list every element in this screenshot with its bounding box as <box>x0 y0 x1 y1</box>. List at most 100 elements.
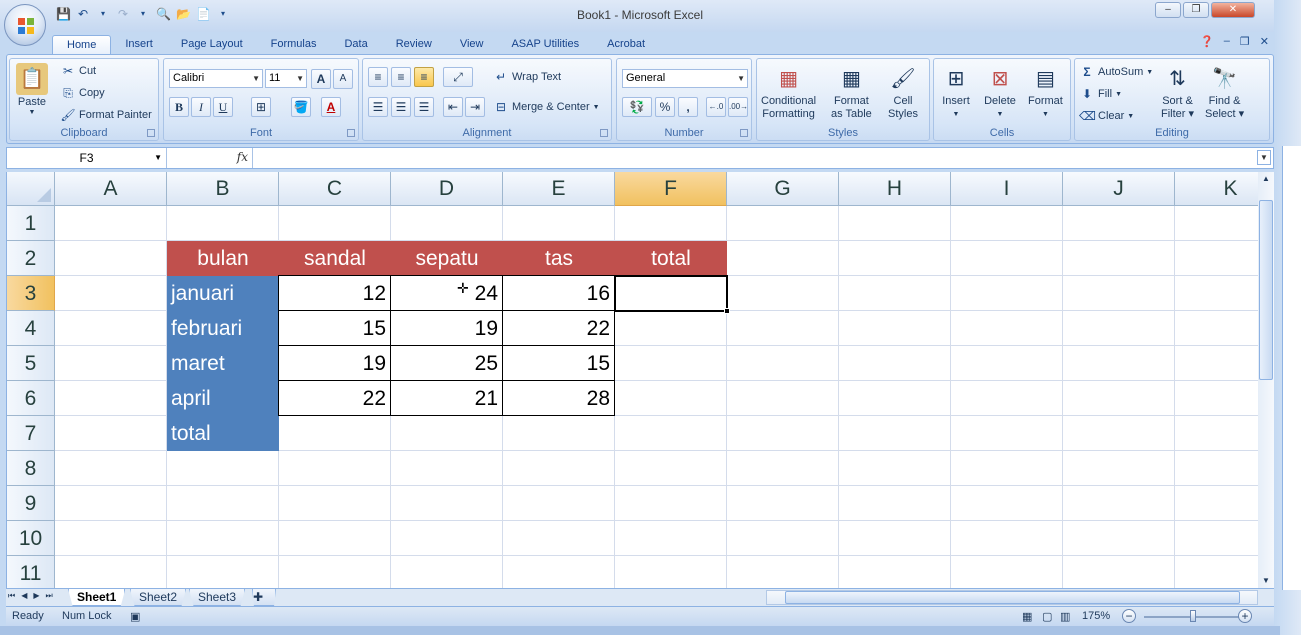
table-label-cell[interactable]: februari <box>167 311 279 346</box>
tab-acrobat[interactable]: Acrobat <box>593 35 659 54</box>
table-value-cell[interactable]: 22 <box>503 311 615 346</box>
font-size-combo[interactable]: 11 ▼ <box>265 69 307 88</box>
decrease-indent-button[interactable]: ⇤ <box>443 97 463 117</box>
tab-review[interactable]: Review <box>382 35 446 54</box>
minimize-workbook-icon[interactable]: – <box>1224 35 1230 48</box>
italic-button[interactable]: I <box>191 97 211 117</box>
prev-sheet-icon[interactable]: ◀ <box>21 591 27 601</box>
align-center-button[interactable]: ☰ <box>391 97 411 117</box>
page-break-view-icon[interactable]: ▥ <box>1060 610 1070 623</box>
sort-filter-button[interactable]: ⇅ Sort & Filter ▾ <box>1161 63 1194 121</box>
table-value-cell[interactable]: 22 <box>279 381 391 416</box>
office-button[interactable] <box>4 4 46 46</box>
normal-view-icon[interactable]: ▦ <box>1022 610 1032 623</box>
dialog-launcher-icon[interactable] <box>347 129 355 137</box>
shrink-font-button[interactable]: A <box>333 69 353 89</box>
insert-cells-button[interactable]: ⊞ Insert ▼ <box>940 63 972 121</box>
row-header-5[interactable]: 5 <box>7 346 55 381</box>
worksheet-grid[interactable]: ABCDEFGHIJK 1 2 3 4 5 6 7 8 9 10 11 bulan sandal sep… <box>6 172 1258 588</box>
table-header-cell[interactable]: total <box>615 241 727 276</box>
tab-view[interactable]: View <box>446 35 498 54</box>
vertical-scroll-thumb[interactable] <box>1259 200 1273 380</box>
sheet-tab-sheet1[interactable]: Sheet1 <box>68 589 126 606</box>
restore-workbook-icon[interactable]: ❐ <box>1240 35 1250 48</box>
vertical-scrollbar[interactable]: ▲ ▼ <box>1258 172 1274 588</box>
table-value-cell[interactable]: 28 <box>503 381 615 416</box>
sheet-tab-sheet2[interactable]: Sheet2 <box>130 589 187 606</box>
clear-button[interactable]: ⌫ Clear ▼ <box>1079 108 1134 124</box>
fill-handle[interactable] <box>724 308 730 314</box>
table-label-cell[interactable]: januari <box>167 276 279 311</box>
align-right-button[interactable]: ☰ <box>414 97 434 117</box>
font-color-button[interactable]: A <box>321 97 341 117</box>
horizontal-scrollbar[interactable] <box>766 590 1258 605</box>
sheet-tab-sheet3[interactable]: Sheet3 <box>189 589 246 606</box>
table-value-cell[interactable]: 25 <box>391 346 503 381</box>
conditional-formatting-button[interactable]: ▦ Conditional Formatting <box>761 63 816 121</box>
dialog-launcher-icon[interactable] <box>740 129 748 137</box>
help-icon[interactable]: ❓ <box>1200 35 1214 48</box>
column-header-d[interactable]: D <box>391 172 503 206</box>
align-middle-button[interactable]: ≡ <box>391 67 411 87</box>
zoom-level[interactable]: 175% <box>1082 610 1110 622</box>
column-header-f[interactable]: F <box>615 172 727 206</box>
table-label-cell[interactable]: april <box>167 381 279 416</box>
table-label-cell[interactable]: total <box>167 416 279 451</box>
increase-indent-button[interactable]: ⇥ <box>465 97 485 117</box>
page-layout-view-icon[interactable]: ▢ <box>1042 610 1052 623</box>
format-painter-button[interactable]: 🖌 Format Painter <box>60 107 151 123</box>
currency-button[interactable]: 💱 <box>622 97 652 117</box>
row-header-7[interactable]: 7 <box>7 416 55 451</box>
column-header-k[interactable]: K <box>1175 172 1258 206</box>
column-header-c[interactable]: C <box>279 172 391 206</box>
scroll-down-icon[interactable]: ▼ <box>1258 574 1274 588</box>
zoom-in-button[interactable]: + <box>1238 609 1252 623</box>
macro-record-icon[interactable]: ▣ <box>130 610 140 623</box>
row-header-3[interactable]: 3 <box>7 276 55 311</box>
row-header-4[interactable]: 4 <box>7 311 55 346</box>
zoom-out-button[interactable]: − <box>1122 609 1136 623</box>
column-header-j[interactable]: J <box>1063 172 1175 206</box>
table-value-cell[interactable]: 21 <box>391 381 503 416</box>
grow-font-button[interactable]: A <box>311 69 331 89</box>
expand-formula-bar-button[interactable]: ▼ <box>1257 150 1271 165</box>
table-value-cell[interactable]: 15 <box>503 346 615 381</box>
merge-center-button[interactable]: ⊟ Merge & Center ▼ <box>493 99 600 115</box>
column-header-a[interactable]: A <box>55 172 167 206</box>
format-cells-button[interactable]: ▤ Format ▼ <box>1028 63 1063 121</box>
row-header-2[interactable]: 2 <box>7 241 55 276</box>
table-header-cell[interactable]: sandal <box>279 241 391 276</box>
cell-styles-button[interactable]: 🖌 Cell Styles <box>887 63 919 121</box>
horizontal-scroll-thumb[interactable] <box>785 591 1240 604</box>
bold-button[interactable]: B <box>169 97 189 117</box>
table-value-cell[interactable]: 19 <box>391 311 503 346</box>
orientation-button[interactable]: ⤢ <box>443 67 473 87</box>
row-header-8[interactable]: 8 <box>7 451 55 486</box>
dialog-launcher-icon[interactable] <box>600 129 608 137</box>
close-button[interactable]: ✕ <box>1211 2 1255 18</box>
row-header-6[interactable]: 6 <box>7 381 55 416</box>
formula-input[interactable] <box>257 148 1253 168</box>
tab-asap-utilities[interactable]: ASAP Utilities <box>497 35 593 54</box>
row-header-1[interactable]: 1 <box>7 206 55 241</box>
insert-function-button[interactable]: fx <box>237 150 248 164</box>
row-header-11[interactable]: 11 <box>7 556 55 588</box>
table-value-cell[interactable]: 24 <box>391 276 503 311</box>
column-header-h[interactable]: H <box>839 172 951 206</box>
column-header-i[interactable]: I <box>951 172 1063 206</box>
scroll-up-icon[interactable]: ▲ <box>1258 172 1274 186</box>
align-top-button[interactable]: ≡ <box>368 67 388 87</box>
table-value-cell[interactable]: 19 <box>279 346 391 381</box>
table-value-cell[interactable]: 15 <box>279 311 391 346</box>
align-left-button[interactable]: ☰ <box>368 97 388 117</box>
table-label-cell[interactable]: maret <box>167 346 279 381</box>
underline-button[interactable]: U <box>213 97 233 117</box>
increase-decimal-button[interactable]: ←.0 <box>706 97 726 117</box>
tab-insert[interactable]: Insert <box>111 35 167 54</box>
active-cell-f3[interactable] <box>614 275 730 314</box>
column-header-g[interactable]: G <box>727 172 839 206</box>
decrease-decimal-button[interactable]: .00→ <box>728 97 748 117</box>
copy-button[interactable]: ⎘ Copy <box>60 85 105 101</box>
restore-button[interactable]: ❐ <box>1183 2 1209 18</box>
fill-button[interactable]: ⬇ Fill ▼ <box>1079 86 1122 102</box>
